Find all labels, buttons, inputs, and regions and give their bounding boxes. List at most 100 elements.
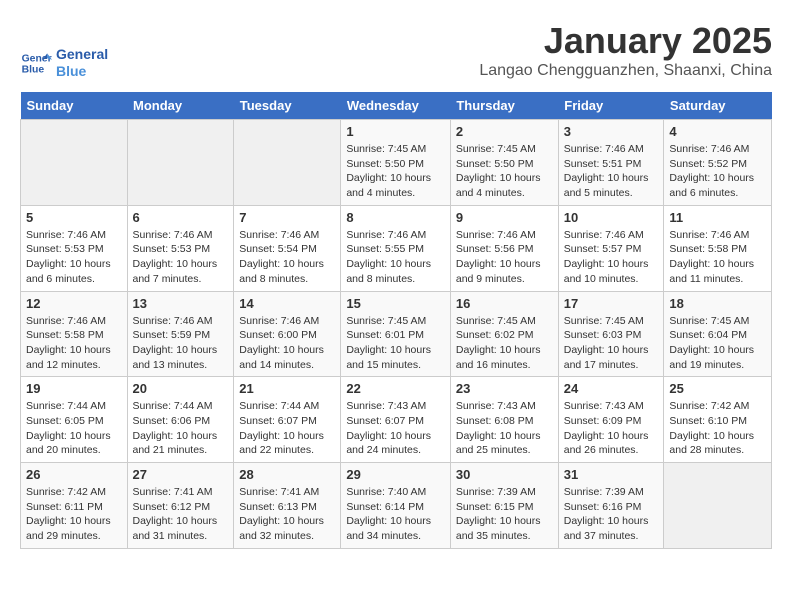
calendar-week-2: 5 Sunrise: 7:46 AMSunset: 5:53 PMDaylight…	[21, 205, 772, 291]
day-number: 29	[346, 467, 445, 482]
day-number: 24	[564, 381, 659, 396]
calendar-cell: 30Sunrise: 7:39 AMSunset: 6:15 PMDayligh…	[450, 463, 558, 549]
weekday-thursday: Thursday	[450, 92, 558, 120]
day-number: 28	[239, 467, 335, 482]
calendar-cell: 2Sunrise: 7:45 AMSunset: 5:50 PMDaylight…	[450, 120, 558, 206]
day-number: 23	[456, 381, 553, 396]
day-number: 15	[346, 296, 445, 311]
weekday-monday: Monday	[127, 92, 234, 120]
calendar-cell: 5 Sunrise: 7:46 AMSunset: 5:53 PMDaylight…	[21, 205, 128, 291]
day-info: Sunrise: 7:42 AMSunset: 6:11 PMDaylight:…	[26, 485, 122, 544]
calendar-cell	[21, 120, 128, 206]
logo-line1: General	[56, 46, 108, 63]
day-info: Sunrise: 7:43 AMSunset: 6:09 PMDaylight:…	[564, 399, 659, 458]
day-number: 7	[239, 210, 335, 225]
calendar-cell: 21 Sunrise: 7:44 AMSunset: 6:07 PMDayligh…	[234, 377, 341, 463]
day-number: 19	[26, 381, 122, 396]
day-info: Sunrise: 7:46 AMSunset: 5:58 PMDaylight:…	[26, 314, 122, 373]
day-number: 17	[564, 296, 659, 311]
calendar-cell: 4 Sunrise: 7:46 AMSunset: 5:52 PMDaylight…	[664, 120, 772, 206]
day-info: Sunrise: 7:46 AMSunset: 5:53 PMDaylight:…	[26, 228, 122, 287]
calendar-cell: 3 Sunrise: 7:46 AMSunset: 5:51 PMDaylight…	[558, 120, 664, 206]
day-number: 27	[133, 467, 229, 482]
svg-text:Blue: Blue	[22, 65, 45, 76]
calendar-cell: 31Sunrise: 7:39 AMSunset: 6:16 PMDayligh…	[558, 463, 664, 549]
day-number: 18	[669, 296, 766, 311]
day-info: Sunrise: 7:45 AMSunset: 6:03 PMDaylight:…	[564, 314, 659, 373]
day-number: 30	[456, 467, 553, 482]
day-info: Sunrise: 7:46 AMSunset: 5:53 PMDaylight:…	[133, 228, 229, 287]
day-info: Sunrise: 7:46 AMSunset: 5:55 PMDaylight:…	[346, 228, 445, 287]
calendar-cell: 9 Sunrise: 7:46 AMSunset: 5:56 PMDaylight…	[450, 205, 558, 291]
calendar-cell: 23 Sunrise: 7:43 AMSunset: 6:08 PMDayligh…	[450, 377, 558, 463]
day-number: 16	[456, 296, 553, 311]
day-number: 1	[346, 124, 445, 139]
day-info: Sunrise: 7:40 AMSunset: 6:14 PMDaylight:…	[346, 485, 445, 544]
calendar-cell: 27 Sunrise: 7:41 AMSunset: 6:12 PMDayligh…	[127, 463, 234, 549]
day-info: Sunrise: 7:41 AMSunset: 6:12 PMDaylight:…	[133, 485, 229, 544]
day-info: Sunrise: 7:46 AMSunset: 6:00 PMDaylight:…	[239, 314, 335, 373]
calendar-cell: 16Sunrise: 7:45 AMSunset: 6:02 PMDayligh…	[450, 291, 558, 377]
calendar-week-1: 1 Sunrise: 7:45 AMSunset: 5:50 PMDaylight…	[21, 120, 772, 206]
day-number: 13	[133, 296, 229, 311]
calendar-cell: 20 Sunrise: 7:44 AMSunset: 6:06 PMDayligh…	[127, 377, 234, 463]
weekday-tuesday: Tuesday	[234, 92, 341, 120]
calendar-cell: 10Sunrise: 7:46 AMSunset: 5:57 PMDayligh…	[558, 205, 664, 291]
day-number: 3	[564, 124, 659, 139]
day-info: Sunrise: 7:45 AMSunset: 5:50 PMDaylight:…	[346, 142, 445, 201]
day-info: Sunrise: 7:43 AMSunset: 6:07 PMDaylight:…	[346, 399, 445, 458]
day-number: 21	[239, 381, 335, 396]
day-number: 26	[26, 467, 122, 482]
day-info: Sunrise: 7:46 AMSunset: 5:54 PMDaylight:…	[239, 228, 335, 287]
general-blue-logo: General Blue	[20, 47, 52, 79]
calendar-subtitle: Langao Chengguanzhen, Shaanxi, China	[479, 62, 772, 80]
calendar-cell: 25Sunrise: 7:42 AMSunset: 6:10 PMDayligh…	[664, 377, 772, 463]
calendar-cell: 19 Sunrise: 7:44 AMSunset: 6:05 PMDayligh…	[21, 377, 128, 463]
day-info: Sunrise: 7:44 AMSunset: 6:06 PMDaylight:…	[133, 399, 229, 458]
day-info: Sunrise: 7:44 AMSunset: 6:07 PMDaylight:…	[239, 399, 335, 458]
calendar-cell	[127, 120, 234, 206]
day-info: Sunrise: 7:41 AMSunset: 6:13 PMDaylight:…	[239, 485, 335, 544]
day-number: 5	[26, 210, 122, 225]
day-info: Sunrise: 7:46 AMSunset: 5:52 PMDaylight:…	[669, 142, 766, 201]
calendar-cell	[664, 463, 772, 549]
calendar-cell: 28 Sunrise: 7:41 AMSunset: 6:13 PMDayligh…	[234, 463, 341, 549]
calendar-cell: 8Sunrise: 7:46 AMSunset: 5:55 PMDaylight…	[341, 205, 451, 291]
calendar-cell: 7 Sunrise: 7:46 AMSunset: 5:54 PMDaylight…	[234, 205, 341, 291]
calendar-cell: 15 Sunrise: 7:45 AMSunset: 6:01 PMDayligh…	[341, 291, 451, 377]
day-info: Sunrise: 7:45 AMSunset: 6:01 PMDaylight:…	[346, 314, 445, 373]
calendar-body: 1 Sunrise: 7:45 AMSunset: 5:50 PMDaylight…	[21, 120, 772, 549]
day-number: 12	[26, 296, 122, 311]
day-info: Sunrise: 7:46 AMSunset: 5:59 PMDaylight:…	[133, 314, 229, 373]
weekday-header: SundayMondayTuesdayWednesdayThursdayFrid…	[21, 92, 772, 120]
day-number: 4	[669, 124, 766, 139]
calendar-cell: 29 Sunrise: 7:40 AMSunset: 6:14 PMDayligh…	[341, 463, 451, 549]
calendar-week-4: 19 Sunrise: 7:44 AMSunset: 6:05 PMDayligh…	[21, 377, 772, 463]
weekday-saturday: Saturday	[664, 92, 772, 120]
calendar-cell: 18Sunrise: 7:45 AMSunset: 6:04 PMDayligh…	[664, 291, 772, 377]
calendar-cell: 17 Sunrise: 7:45 AMSunset: 6:03 PMDayligh…	[558, 291, 664, 377]
weekday-friday: Friday	[558, 92, 664, 120]
day-info: Sunrise: 7:46 AMSunset: 5:56 PMDaylight:…	[456, 228, 553, 287]
day-info: Sunrise: 7:45 AMSunset: 5:50 PMDaylight:…	[456, 142, 553, 201]
weekday-sunday: Sunday	[21, 92, 128, 120]
day-info: Sunrise: 7:46 AMSunset: 5:51 PMDaylight:…	[564, 142, 659, 201]
logo-line2: Blue	[56, 63, 108, 80]
calendar-cell: 26 Sunrise: 7:42 AMSunset: 6:11 PMDayligh…	[21, 463, 128, 549]
day-info: Sunrise: 7:46 AMSunset: 5:58 PMDaylight:…	[669, 228, 766, 287]
calendar-cell: 12 Sunrise: 7:46 AMSunset: 5:58 PMDayligh…	[21, 291, 128, 377]
calendar-title: January 2025	[479, 20, 772, 62]
calendar-table: SundayMondayTuesdayWednesdayThursdayFrid…	[20, 92, 772, 549]
calendar-week-3: 12 Sunrise: 7:46 AMSunset: 5:58 PMDayligh…	[21, 291, 772, 377]
day-number: 10	[564, 210, 659, 225]
day-info: Sunrise: 7:43 AMSunset: 6:08 PMDaylight:…	[456, 399, 553, 458]
day-info: Sunrise: 7:44 AMSunset: 6:05 PMDaylight:…	[26, 399, 122, 458]
day-number: 20	[133, 381, 229, 396]
calendar-week-5: 26 Sunrise: 7:42 AMSunset: 6:11 PMDayligh…	[21, 463, 772, 549]
calendar-cell: 22Sunrise: 7:43 AMSunset: 6:07 PMDayligh…	[341, 377, 451, 463]
day-number: 9	[456, 210, 553, 225]
day-info: Sunrise: 7:39 AMSunset: 6:16 PMDaylight:…	[564, 485, 659, 544]
calendar-cell: 6Sunrise: 7:46 AMSunset: 5:53 PMDaylight…	[127, 205, 234, 291]
day-info: Sunrise: 7:42 AMSunset: 6:10 PMDaylight:…	[669, 399, 766, 458]
weekday-wednesday: Wednesday	[341, 92, 451, 120]
